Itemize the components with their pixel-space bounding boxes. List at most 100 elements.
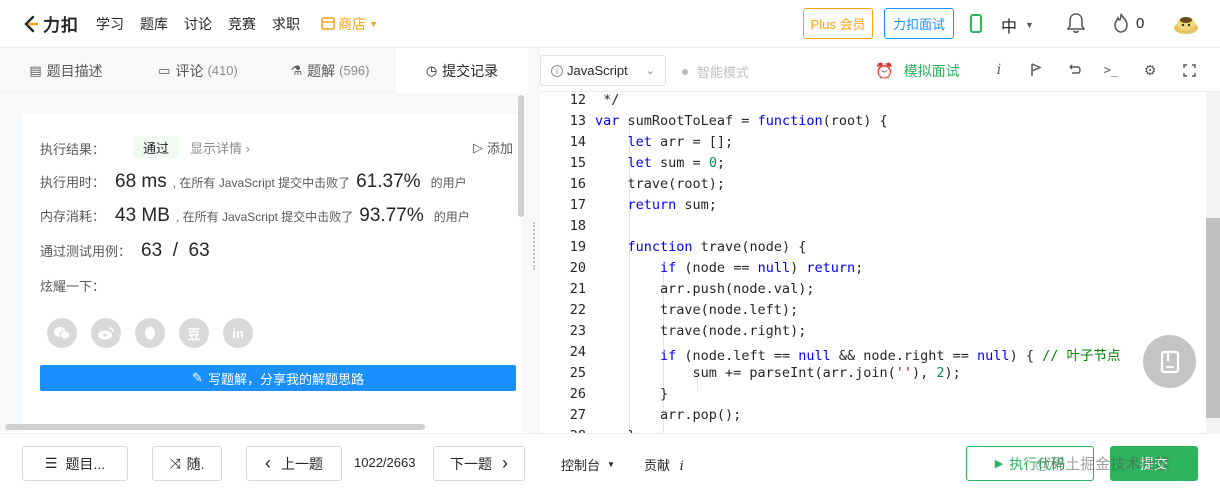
notebook-icon[interactable] <box>1143 335 1196 388</box>
runtime-row: 执行用时： 68 ms , 在所有 JavaScript 提交中击败了 61.3… <box>40 171 467 193</box>
code-line[interactable]: if (node == null) return; <box>595 260 863 276</box>
leetcode-interview-button[interactable]: 力扣面试 <box>884 8 954 39</box>
code-line[interactable]: sum += parseInt(arr.join(''), 2); <box>595 365 961 381</box>
code-line[interactable]: arr.pop(); <box>595 407 741 423</box>
info-italic-icon[interactable]: i <box>990 61 1008 79</box>
notification-bell-icon[interactable] <box>1066 12 1086 34</box>
random-problem-button[interactable]: ⤨ 随. <box>152 446 222 481</box>
tab-comments[interactable]: ▭ 评论 (410) <box>132 48 264 93</box>
document-icon: ▤ <box>29 62 42 78</box>
write-solution-button[interactable]: ✎ 写题解，分享我的解题思路 <box>40 365 516 391</box>
memory-tail: 的用户 <box>433 210 470 224</box>
chevron-down-icon: ▼ <box>1025 20 1034 30</box>
drag-handle-icon[interactable] <box>533 222 535 270</box>
code-line[interactable]: trave(node.left); <box>595 302 798 318</box>
runtime-tail: 的用户 <box>430 176 467 190</box>
code-line[interactable]: trave(node.right); <box>595 323 806 339</box>
problem-list-button[interactable]: ☰ 题目... <box>22 446 128 481</box>
tab-count: (596) <box>339 63 370 78</box>
fullscreen-icon[interactable] <box>1180 61 1198 79</box>
list-icon: ☰ <box>44 455 58 471</box>
code-line[interactable]: var sumRootToLeaf = function(root) { <box>595 113 888 129</box>
code-line[interactable]: arr.push(node.val); <box>595 281 814 297</box>
language-switcher[interactable]: 中 ▼ <box>1001 13 1034 37</box>
nav-item-shop[interactable]: 商店 ▼ <box>321 14 378 34</box>
bottom-bar: ☰ 题目... ⤨ 随. ‹ 上一题 1022/2663 下一题 › 控制台 ▼… <box>0 433 1220 491</box>
play-icon: ▶ <box>994 458 1004 470</box>
next-label: 下一题 <box>450 455 492 472</box>
nav-item-jobs[interactable]: 求职 <box>272 14 300 34</box>
code-line[interactable]: if (node.left == null && node.right == n… <box>595 344 1120 364</box>
line-number: 17 <box>569 197 586 213</box>
show-details-link[interactable]: 显示详情 › <box>190 138 250 157</box>
nav-item-problems[interactable]: 题库 <box>140 14 168 34</box>
smart-mode-toggle[interactable]: 智能模式 <box>682 62 749 81</box>
flag-icon[interactable] <box>1027 61 1045 79</box>
line-number: 25 <box>569 365 586 381</box>
qq-icon[interactable] <box>135 318 165 348</box>
leetcode-logo[interactable]: 力扣 <box>22 11 82 36</box>
line-number: 26 <box>569 386 586 402</box>
runtime-percentile: 61.37% <box>356 171 421 192</box>
terminal-icon[interactable]: >_ <box>1102 61 1120 79</box>
weibo-glyph <box>98 327 114 340</box>
code-line[interactable]: let arr = []; <box>595 134 734 150</box>
prev-problem-button[interactable]: ‹ 上一题 <box>246 446 342 481</box>
contribute-link[interactable]: 贡献 i <box>644 455 684 474</box>
mobile-app-icon[interactable] <box>970 14 982 33</box>
language-select[interactable]: i JavaScript ⌄ <box>540 55 666 86</box>
code-line[interactable]: function trave(node) { <box>595 239 807 255</box>
runtime-desc: , 在所有 JavaScript 提交中击败了 <box>172 176 351 190</box>
reset-icon[interactable] <box>1065 61 1083 79</box>
code-line[interactable]: let sum = 0; <box>595 155 726 171</box>
linkedin-icon[interactable]: in <box>223 318 253 348</box>
code-line[interactable]: trave(root); <box>595 176 726 192</box>
line-number: 15 <box>569 155 586 171</box>
write-solution-label: 写题解，分享我的解题思路 <box>207 371 364 387</box>
tab-submissions[interactable]: ◷ 提交记录 <box>396 48 528 93</box>
problem-page-indicator: 1022/2663 <box>354 455 416 470</box>
line-number: 13 <box>569 113 586 129</box>
add-note-button[interactable]: ▷ 添加 <box>473 138 513 157</box>
left-panel-hscrollbar[interactable] <box>5 424 425 430</box>
wechat-icon[interactable] <box>47 318 77 348</box>
line-number: 24 <box>569 344 586 360</box>
next-problem-button[interactable]: 下一题 › <box>433 446 525 481</box>
comment-icon: ▭ <box>158 62 171 78</box>
editor-scrollbar-thumb[interactable] <box>1206 218 1220 418</box>
left-panel-scrollbar[interactable] <box>518 95 524 217</box>
pencil-icon: ✎ <box>192 370 203 385</box>
contribute-label: 贡献 <box>644 458 671 473</box>
mock-interview-label: 模拟面试 <box>903 63 960 79</box>
info-italic-icon: i <box>679 459 684 474</box>
flame-icon[interactable] <box>1112 12 1130 34</box>
shop-label: 商店 <box>338 15 366 32</box>
chevron-right-icon: › <box>245 141 250 156</box>
plus-member-button[interactable]: Plus 会员 <box>803 8 873 39</box>
code-line[interactable]: } <box>595 386 668 402</box>
code-line[interactable]: */ <box>595 92 619 108</box>
tab-description[interactable]: ▤ 题目描述 <box>0 48 132 93</box>
memory-label: 内存消耗： <box>40 209 106 224</box>
clock-icon: ◷ <box>425 62 438 78</box>
share-label: 炫耀一下： <box>40 279 106 294</box>
line-number: 18 <box>569 218 586 234</box>
nav-item-study[interactable]: 学习 <box>96 14 124 34</box>
settings-icon[interactable]: ⚙ <box>1141 61 1159 79</box>
tab-solutions[interactable]: ⚗ 题解 (596) <box>264 48 396 93</box>
coin-count: 0 <box>1136 15 1145 32</box>
code-line[interactable]: return sum; <box>595 197 717 213</box>
user-avatar[interactable] <box>1172 11 1200 37</box>
weibo-icon[interactable] <box>91 318 121 348</box>
random-label: 随. <box>186 455 205 472</box>
console-toggle[interactable]: 控制台 ▼ <box>561 455 615 474</box>
test-cases-value: 63 / 63 <box>141 240 210 261</box>
nav-item-discuss[interactable]: 讨论 <box>184 14 212 34</box>
code-editor[interactable]: 1213141516171819202122232425262728 */var… <box>540 92 1204 433</box>
line-number: 16 <box>569 176 586 192</box>
shuffle-icon: ⤨ <box>169 455 181 471</box>
douban-icon[interactable]: 豆 <box>179 318 209 348</box>
leetcode-logo-icon <box>24 15 39 32</box>
mock-interview-button[interactable]: ⏰ 模拟面试 <box>875 61 960 81</box>
nav-item-contest[interactable]: 竞赛 <box>228 14 256 34</box>
